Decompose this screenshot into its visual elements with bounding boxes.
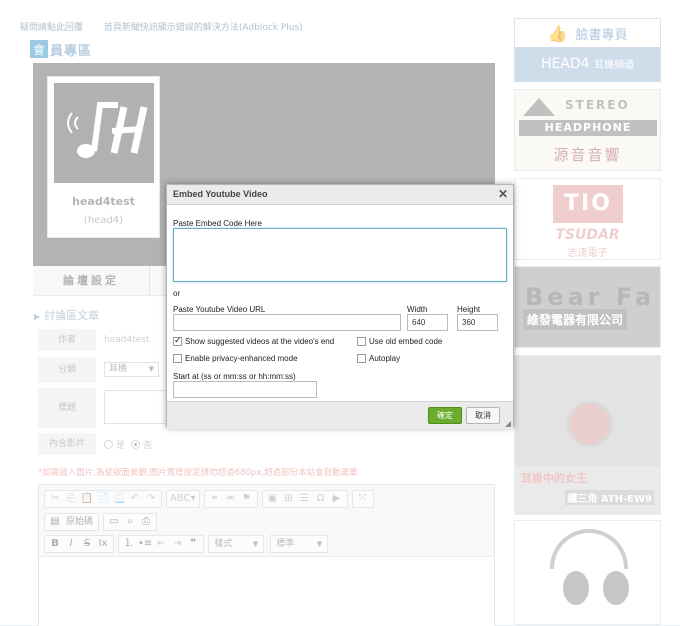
start-at-label: Start at (ss or mm:ss or hh:mm:ss) [173,372,296,381]
ok-button[interactable]: 確定 [428,407,462,424]
dialog-footer: 確定 取消 [167,401,513,429]
old-embed-checkbox[interactable] [357,337,366,346]
resize-handle-icon[interactable] [505,421,511,427]
dialog-header[interactable]: Embed Youtube Video ✕ [167,185,513,205]
cancel-button[interactable]: 取消 [466,407,500,424]
close-icon[interactable]: ✕ [498,187,508,201]
start-at-input[interactable] [173,381,317,398]
old-embed-option[interactable]: Use old embed code [357,337,442,346]
suggested-videos-checkbox[interactable] [173,335,182,346]
width-input[interactable]: 640 [407,314,448,331]
embed-youtube-dialog: Embed Youtube Video ✕ Paste Embed Code H… [166,184,514,429]
privacy-mode-option[interactable]: Enable privacy-enhanced mode [173,354,298,363]
dialog-title: Embed Youtube Video [173,189,268,199]
or-label: or [173,289,181,298]
autoplay-option[interactable]: Autoplay [357,354,400,363]
paste-embed-label: Paste Embed Code Here [173,219,262,228]
embed-code-textarea[interactable] [173,228,507,282]
privacy-mode-checkbox[interactable] [173,354,182,363]
width-label: Width [407,305,428,314]
video-url-input[interactable] [173,314,401,331]
url-label: Paste Youtube Video URL [173,305,266,314]
suggested-videos-option[interactable]: Show suggested videos at the video's end [173,335,334,346]
autoplay-checkbox[interactable] [357,354,366,363]
height-label: Height [457,305,481,314]
height-input[interactable]: 360 [457,314,498,331]
